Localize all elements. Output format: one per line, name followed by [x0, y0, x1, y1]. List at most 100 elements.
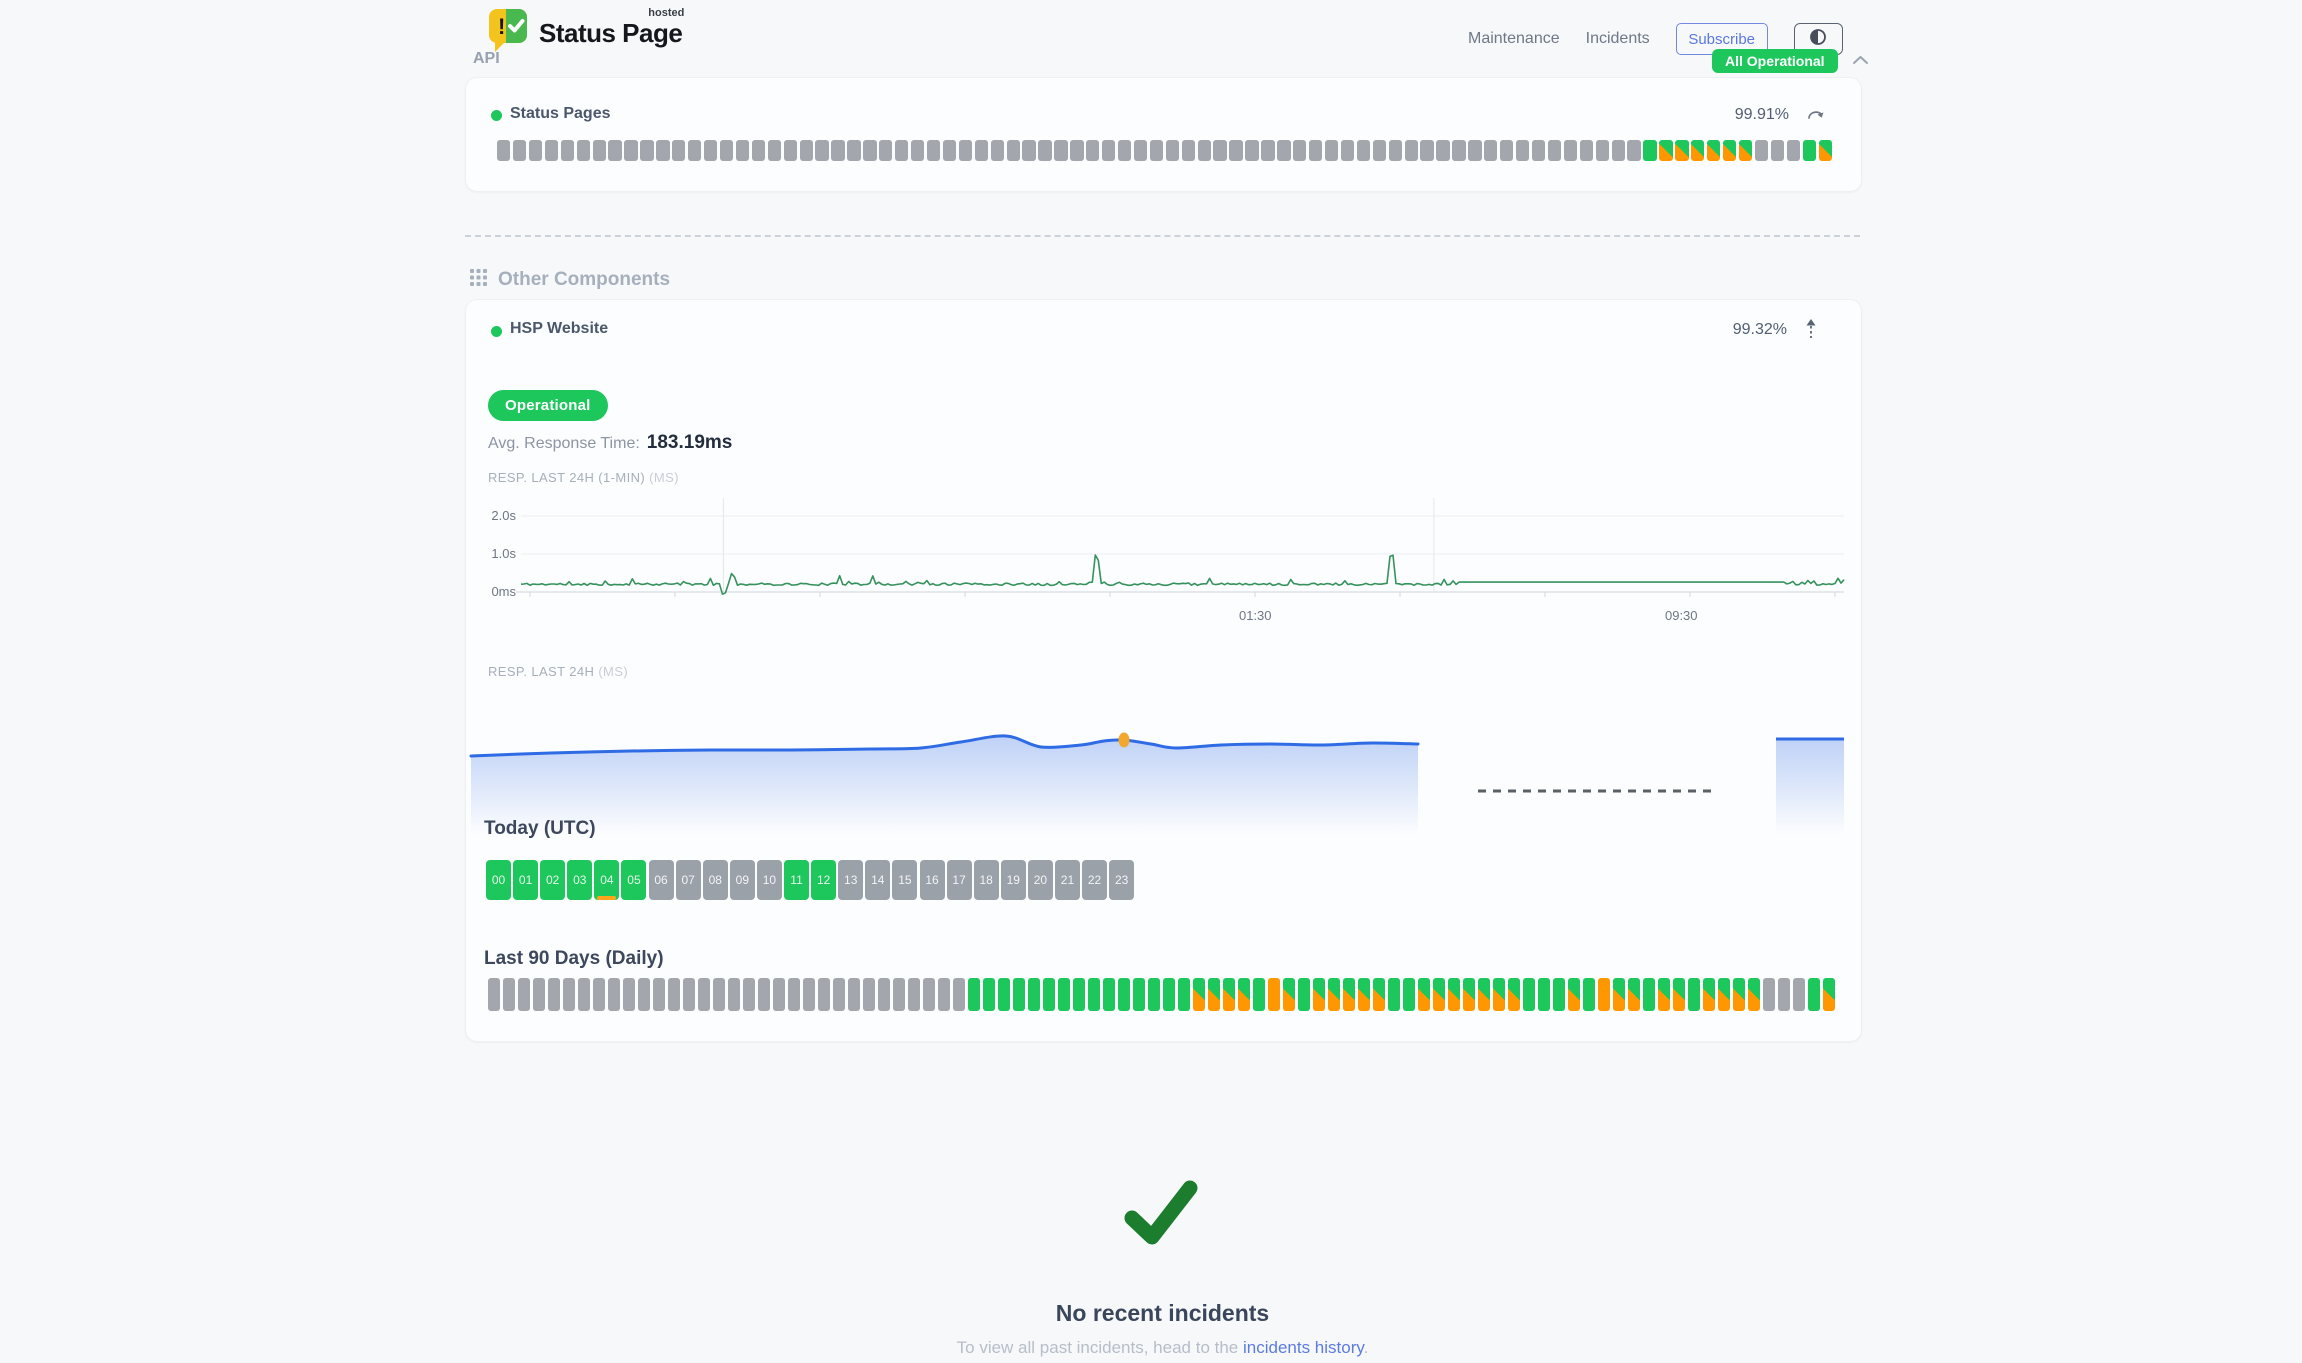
day-bar[interactable]: [1598, 978, 1610, 1011]
uptime-bar[interactable]: [593, 140, 606, 161]
uptime-bar[interactable]: [656, 140, 669, 161]
uptime-bar[interactable]: [1293, 140, 1306, 161]
uptime-bar[interactable]: [1150, 140, 1163, 161]
day-bar[interactable]: [803, 978, 815, 1011]
uptime-bar[interactable]: [1484, 140, 1497, 161]
day-bar[interactable]: [1358, 978, 1370, 1011]
day-bar[interactable]: [638, 978, 650, 1011]
hour-cell[interactable]: 01: [513, 860, 538, 900]
day-bar[interactable]: [653, 978, 665, 1011]
uptime-bar[interactable]: [640, 140, 653, 161]
day-bar[interactable]: [863, 978, 875, 1011]
uptime-bar[interactable]: [1341, 140, 1354, 161]
uptime-bar[interactable]: [800, 140, 813, 161]
nav-item-maintenance[interactable]: Maintenance: [1468, 30, 1560, 48]
day-bar[interactable]: [563, 978, 575, 1011]
day-bar[interactable]: [1433, 978, 1445, 1011]
day-bar[interactable]: [773, 978, 785, 1011]
day-bar[interactable]: [743, 978, 755, 1011]
hour-cell[interactable]: 12: [811, 860, 836, 900]
uptime-bar[interactable]: [943, 140, 956, 161]
hour-cell[interactable]: 00: [486, 860, 511, 900]
day-bar[interactable]: [1193, 978, 1205, 1011]
nav-item-incidents[interactable]: Incidents: [1586, 30, 1650, 48]
uptime-bar[interactable]: [1022, 140, 1035, 161]
day-bar[interactable]: [503, 978, 515, 1011]
day-bar[interactable]: [1283, 978, 1295, 1011]
day-bar[interactable]: [548, 978, 560, 1011]
day-bar[interactable]: [1583, 978, 1595, 1011]
day-bar[interactable]: [983, 978, 995, 1011]
uptime-bar[interactable]: [1707, 140, 1720, 161]
uptime-bar[interactable]: [1532, 140, 1545, 161]
uptime-bar[interactable]: [959, 140, 972, 161]
hour-cell[interactable]: 09: [730, 860, 755, 900]
day-bar[interactable]: [1508, 978, 1520, 1011]
day-bar[interactable]: [728, 978, 740, 1011]
uptime-bar[interactable]: [911, 140, 924, 161]
day-bar[interactable]: [1673, 978, 1685, 1011]
uptime-bar[interactable]: [545, 140, 558, 161]
hour-cell[interactable]: 10: [757, 860, 782, 900]
hour-cell[interactable]: 07: [676, 860, 701, 900]
day-bar[interactable]: [1088, 978, 1100, 1011]
day-bar[interactable]: [1763, 978, 1775, 1011]
day-bar[interactable]: [1808, 978, 1820, 1011]
uptime-bar[interactable]: [513, 140, 526, 161]
day-bar[interactable]: [1118, 978, 1130, 1011]
day-bar[interactable]: [758, 978, 770, 1011]
day-bar[interactable]: [608, 978, 620, 1011]
uptime-bar[interactable]: [497, 140, 510, 161]
uptime-bar[interactable]: [768, 140, 781, 161]
day-bar[interactable]: [1778, 978, 1790, 1011]
hour-cell[interactable]: 06: [649, 860, 674, 900]
uptime-bar[interactable]: [879, 140, 892, 161]
uptime-bar[interactable]: [1580, 140, 1593, 161]
uptime-bar[interactable]: [1038, 140, 1051, 161]
day-bar[interactable]: [1238, 978, 1250, 1011]
uptime-bar[interactable]: [895, 140, 908, 161]
day-bar[interactable]: [1148, 978, 1160, 1011]
uptime-bar[interactable]: [1452, 140, 1465, 161]
uptime-bar[interactable]: [1198, 140, 1211, 161]
day-bar[interactable]: [1703, 978, 1715, 1011]
uptime-bar[interactable]: [672, 140, 685, 161]
uptime-bar[interactable]: [720, 140, 733, 161]
day-bar[interactable]: [833, 978, 845, 1011]
day-bar[interactable]: [1553, 978, 1565, 1011]
uptime-bar[interactable]: [1309, 140, 1322, 161]
day-bar[interactable]: [968, 978, 980, 1011]
uptime-bar[interactable]: [1516, 140, 1529, 161]
uptime-bar[interactable]: [1564, 140, 1577, 161]
uptime-bar[interactable]: [1054, 140, 1067, 161]
uptime-bar[interactable]: [736, 140, 749, 161]
day-bar[interactable]: [1478, 978, 1490, 1011]
chevron-up-icon[interactable]: [1852, 52, 1869, 70]
uptime-bar[interactable]: [1771, 140, 1784, 161]
uptime-bar[interactable]: [927, 140, 940, 161]
day-bar[interactable]: [683, 978, 695, 1011]
day-bar[interactable]: [1343, 978, 1355, 1011]
day-bar[interactable]: [953, 978, 965, 1011]
day-bar[interactable]: [1253, 978, 1265, 1011]
hour-cell[interactable]: 03: [567, 860, 592, 900]
day-bar[interactable]: [668, 978, 680, 1011]
uptime-bar[interactable]: [1182, 140, 1195, 161]
day-bar[interactable]: [848, 978, 860, 1011]
status-badge[interactable]: All Operational: [1712, 49, 1838, 73]
day-bar[interactable]: [1658, 978, 1670, 1011]
uptime-bar[interactable]: [561, 140, 574, 161]
uptime-bar[interactable]: [1213, 140, 1226, 161]
day-bar[interactable]: [488, 978, 500, 1011]
day-bar[interactable]: [1523, 978, 1535, 1011]
day-bar[interactable]: [1688, 978, 1700, 1011]
hour-cell[interactable]: 19: [1001, 860, 1026, 900]
day-bar[interactable]: [1403, 978, 1415, 1011]
refresh-arrow-icon[interactable]: [1807, 108, 1825, 127]
uptime-bar[interactable]: [1755, 140, 1768, 161]
uptime-bar[interactable]: [1627, 140, 1640, 161]
day-bar[interactable]: [878, 978, 890, 1011]
uptime-bar[interactable]: [847, 140, 860, 161]
response-chart-24h-1min[interactable]: 2.0s1.0s0ms01:3009:30: [486, 490, 1846, 630]
day-bar[interactable]: [1793, 978, 1805, 1011]
